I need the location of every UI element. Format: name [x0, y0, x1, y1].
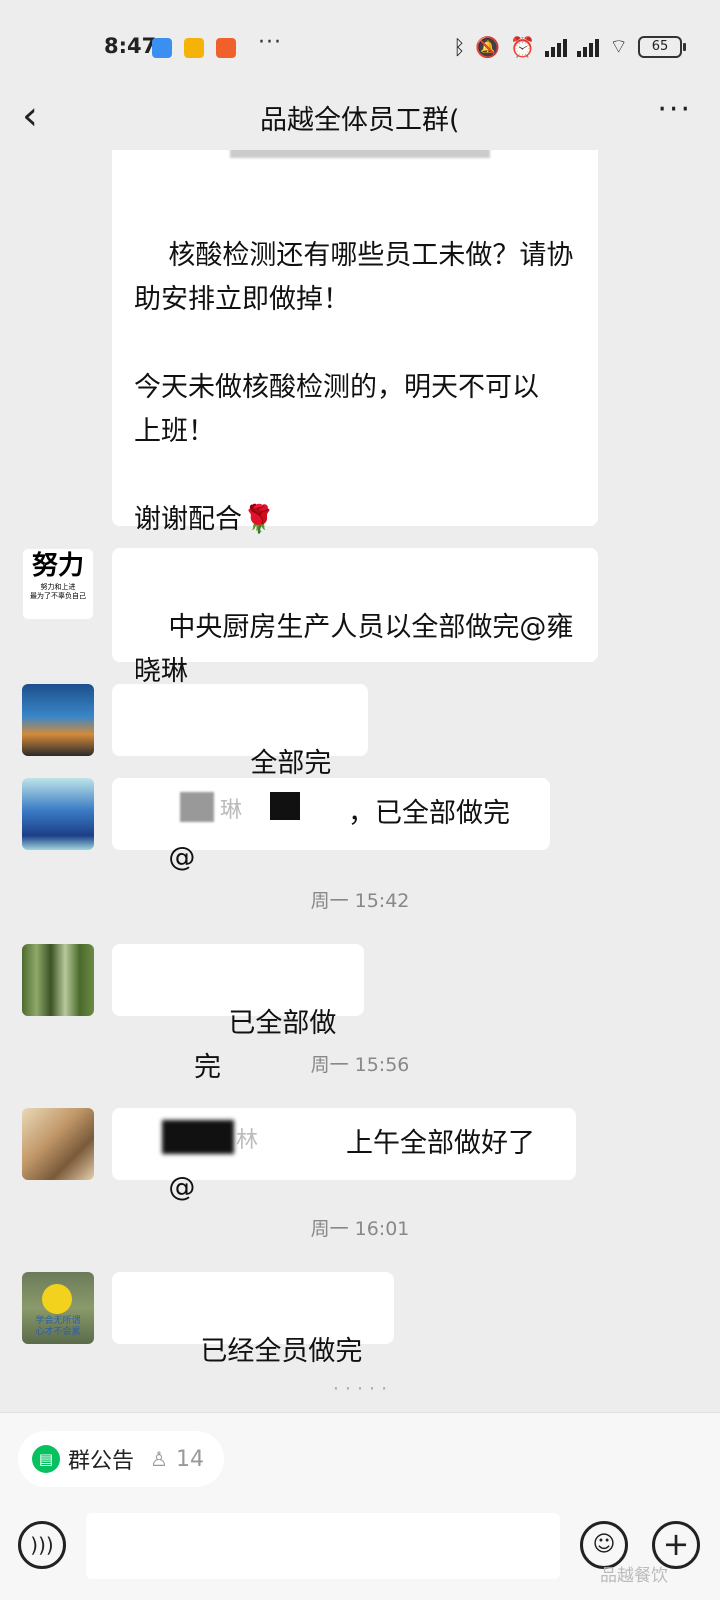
input-panel: ▤ 群公告 ♙ 14 ))) ☺ + 品越餐饮: [0, 1412, 720, 1600]
redacted-text: [230, 150, 490, 158]
redacted-text: [180, 792, 214, 822]
location-app-icon: [152, 38, 172, 58]
redacted-text: [118, 956, 188, 1002]
message-bubble[interactable]: 中央厨房生产人员以全部做完@雍 晓琳: [112, 548, 598, 687]
message-text-suffix: 上午全部做好了: [346, 1128, 535, 1159]
chat-area[interactable]: 核酸检测还有哪些员工未做？请协 助安排立即做掉！ 今天未做核酸检测的，明天不可以…: [0, 150, 720, 1412]
message-text: 中央厨房生产人员以全部做完@雍 晓琳: [134, 612, 574, 687]
message-text-fragment: 林: [236, 1128, 259, 1153]
message-text: 核酸检测还有哪些员工未做？请协 助安排立即做掉！ 今天未做核酸检测的，明天不可以…: [134, 240, 574, 535]
battery-icon: 65: [638, 35, 686, 58]
message-text-fragment: 琳: [220, 798, 243, 823]
shopping-app-icon: [216, 38, 236, 58]
avatar-text: 努力: [31, 551, 84, 581]
message-text-prefix: @: [168, 1172, 196, 1203]
more-options-icon[interactable]: ···: [657, 92, 692, 127]
message-bubble[interactable]: 核酸检测还有哪些员工未做？请协 助安排立即做掉！ 今天未做核酸检测的，明天不可以…: [112, 150, 598, 535]
redacted-text: [162, 1120, 234, 1154]
member-count: 14: [175, 1446, 204, 1472]
alarm-icon: ⏰: [510, 34, 536, 59]
status-icons: ᛒ 🔕 ⏰ ⌔ 65: [453, 34, 686, 59]
status-time: 8:47: [104, 34, 157, 58]
back-icon[interactable]: ‹: [22, 96, 38, 136]
mute-icon: 🔕: [475, 34, 501, 59]
avatar[interactable]: [22, 684, 94, 756]
avatar[interactable]: [22, 778, 94, 850]
avatar-subtext: 努力和上进 最为了不辜负自己: [30, 583, 86, 600]
redacted-text: [118, 1284, 162, 1330]
notice-icon: ▤: [32, 1445, 60, 1473]
avatar-text: 学会无所谓 心才不会累: [35, 1316, 81, 1337]
group-notice-button[interactable]: ▤ 群公告 ♙ 14: [18, 1431, 224, 1487]
wifi-icon: ⌔: [609, 34, 628, 58]
avatar[interactable]: 学会无所谓 心才不会累: [22, 1272, 94, 1344]
message-input[interactable]: [86, 1513, 560, 1579]
avatar[interactable]: [22, 944, 94, 1016]
message-timestamp: 周一 15:56: [310, 1054, 410, 1076]
message-text-prefix: @: [168, 842, 196, 873]
message-timestamp: 周一 16:01: [310, 1218, 410, 1240]
member-icon: ♙: [150, 1447, 168, 1471]
message-text-suffix: ，已全部做完: [348, 798, 510, 829]
redacted-text: [270, 792, 300, 820]
message-timestamp: 周一 15:42: [310, 890, 410, 912]
avatar[interactable]: [22, 1108, 94, 1180]
status-bar: 8:47 ··· ᛒ 🔕 ⏰ ⌔ 65: [0, 0, 720, 90]
notification-more-icon: ···: [258, 30, 282, 55]
weibo-app-icon: [184, 38, 204, 58]
bluetooth-icon: ᛒ: [453, 34, 466, 59]
signal-icon-2: [577, 37, 600, 57]
avatar[interactable]: 努力 努力和上进 最为了不辜负自己: [22, 548, 94, 620]
message-timestamp-partial: · · · · ·: [332, 1378, 388, 1400]
group-notice-label: 群公告: [68, 1449, 135, 1474]
flower-icon: [42, 1284, 72, 1314]
watermark: 品越餐饮: [600, 1566, 668, 1586]
signal-icon: [545, 37, 568, 57]
message-text: 已经全员做完: [200, 1336, 363, 1367]
voice-input-icon[interactable]: ))): [18, 1521, 66, 1569]
redacted-text: [120, 696, 212, 742]
chat-title: 品越全体员工群(: [260, 105, 460, 136]
